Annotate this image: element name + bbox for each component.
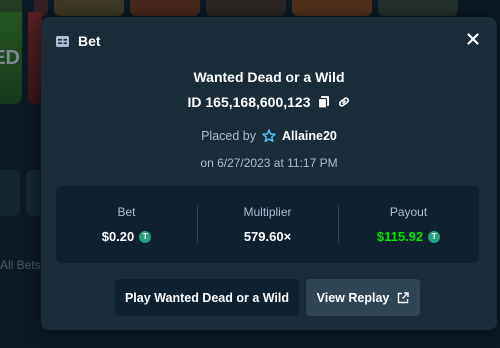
tether-coin-icon: T [428, 230, 441, 243]
bet-amount: $0.20 [101, 229, 135, 244]
close-button[interactable] [465, 31, 481, 47]
bet-details-modal: Bet Wanted Dead or a Wild ID 165,168,600… [41, 17, 497, 330]
ticket-icon [55, 34, 70, 49]
username-link[interactable]: Allaine20 [282, 129, 337, 143]
view-replay-label: View Replay [316, 290, 390, 305]
view-replay-button[interactable]: View Replay [306, 279, 420, 316]
stat-label: Multiplier [243, 205, 292, 219]
vip-star-icon [262, 129, 276, 143]
payout-amount: $115.92 [376, 229, 424, 244]
link-icon[interactable] [337, 95, 351, 109]
stat-value: $0.20 T [102, 229, 152, 244]
stat-value: 579.60× [244, 229, 291, 244]
bet-id: ID 165,168,600,123 [187, 94, 311, 110]
stat-payout: Payout $115.92 T [338, 186, 479, 263]
stat-label: Payout [389, 205, 428, 219]
bet-date: on 6/27/2023 at 11:17 PM [200, 156, 338, 170]
bet-stats-panel: Bet $0.20 T Multiplier 579.60× Payout $1… [56, 186, 479, 263]
multiplier-amount: 579.60× [243, 229, 292, 244]
bet-id-row: ID 165,168,600,123 [41, 94, 497, 110]
stat-value: $115.92 T [376, 229, 441, 244]
external-link-icon [397, 291, 410, 304]
stat-bet: Bet $0.20 T [56, 186, 197, 263]
play-game-button[interactable]: Play Wanted Dead or a Wild [115, 279, 299, 316]
placed-by-label: Placed by [201, 129, 256, 143]
game-name: Wanted Dead or a Wild [193, 69, 345, 85]
copy-icon[interactable] [317, 95, 331, 109]
modal-header: Bet [55, 31, 101, 51]
tether-coin-icon: T [139, 230, 152, 243]
modal-title: Bet [78, 33, 101, 49]
stat-label: Bet [117, 205, 136, 219]
close-icon [467, 33, 479, 45]
stat-multiplier: Multiplier 579.60× [197, 186, 338, 263]
placed-by-row: Placed by Allaine20 [41, 129, 497, 143]
